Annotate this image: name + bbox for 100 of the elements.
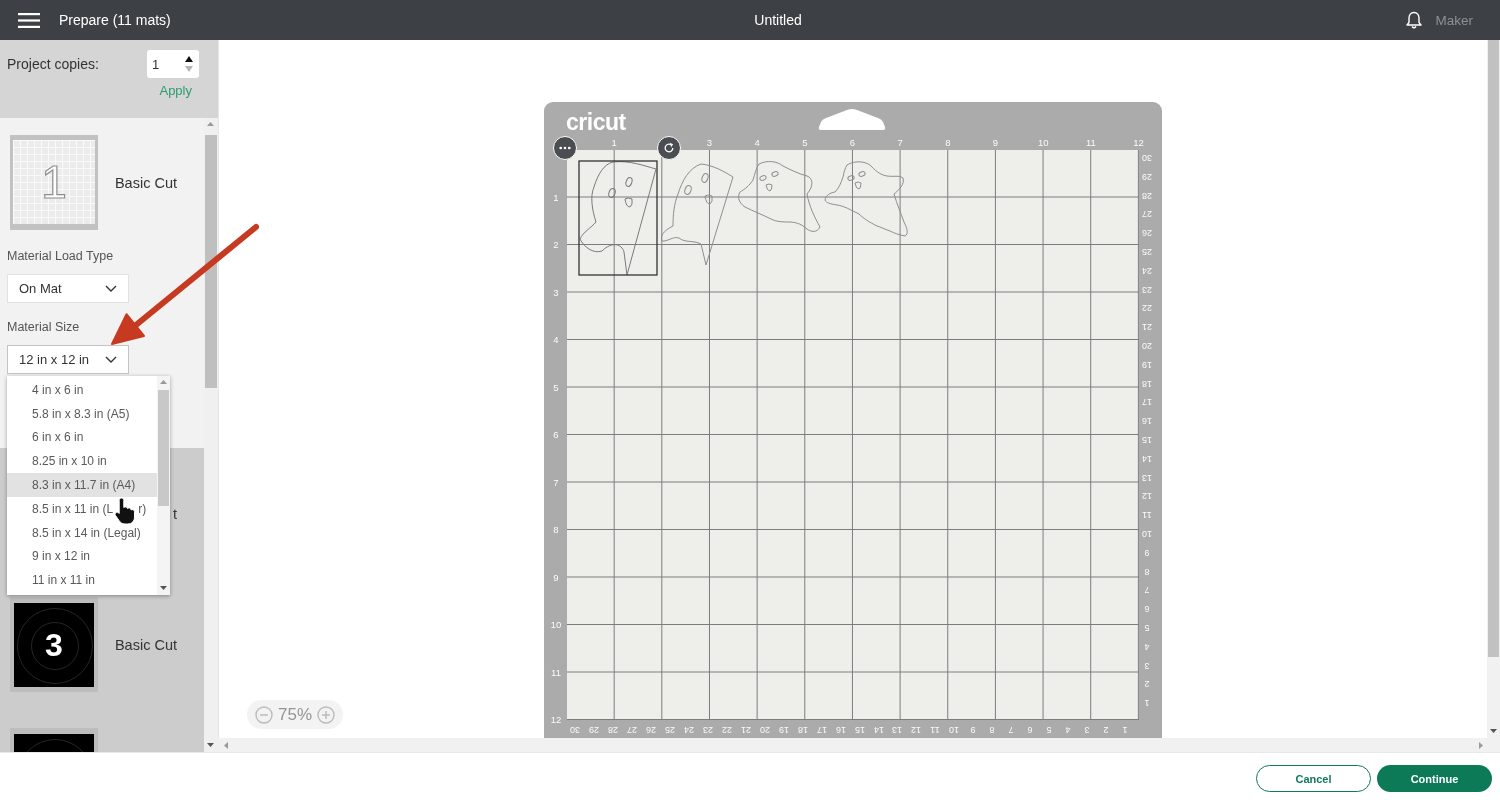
ruler-number: 9: [969, 724, 977, 736]
up-arrow-icon[interactable]: [207, 122, 214, 126]
ruler-number: 21: [1141, 321, 1153, 334]
ruler-number: 6: [1026, 724, 1034, 736]
ruler-number: 11: [1141, 509, 1153, 522]
ruler-number: 17: [1141, 396, 1153, 409]
ruler-number: 7: [552, 476, 560, 489]
mat-number: 3: [45, 629, 63, 661]
continue-button[interactable]: Continue: [1377, 765, 1492, 792]
size-option[interactable]: 6 in x 6 in: [7, 425, 157, 450]
ruler-number: 30: [569, 724, 581, 736]
ruler-number: 10: [549, 619, 563, 631]
ruler-number: 6: [1143, 603, 1151, 616]
ruler-number: 21: [739, 724, 752, 736]
ruler-number: 4: [552, 334, 560, 346]
size-option[interactable]: 9 in x 12 in: [7, 544, 157, 569]
ellipsis-icon: [559, 146, 571, 150]
up-triangle-icon[interactable]: [185, 56, 193, 62]
copies-label: Project copies:: [7, 56, 99, 72]
ruler-number: 8: [988, 724, 996, 736]
setting-select[interactable]: 12 in x 12 in: [7, 345, 129, 374]
size-option[interactable]: 8.3 in x 11.7 in (A4): [7, 473, 157, 497]
ruler-number: 19: [1141, 358, 1153, 371]
ruler-number: 7: [896, 137, 904, 149]
size-option[interactable]: 8.25 in x 10 in: [7, 449, 157, 474]
ruler-number: 22: [1141, 302, 1153, 315]
mat-name: t: [172, 505, 177, 522]
chevron-down-icon: [105, 285, 117, 292]
ruler-number: 15: [853, 724, 866, 736]
ruler-number: 15: [1141, 434, 1153, 446]
copies-input[interactable]: 1: [147, 50, 199, 78]
ruler-number: 1: [610, 137, 618, 149]
down-arrow-icon[interactable]: [1490, 729, 1497, 733]
scrollbar-thumb[interactable]: [1488, 40, 1499, 657]
ruler-number: 4: [1064, 724, 1072, 736]
bell-icon[interactable]: [1406, 11, 1423, 29]
ruler-number: 13: [1141, 471, 1153, 484]
ruler-number: 4: [753, 137, 761, 149]
ruler-number: 10: [1036, 137, 1050, 149]
ruler-number: 2: [1143, 678, 1151, 691]
ruler-number: 17: [815, 724, 828, 736]
rotate-button[interactable]: [657, 136, 681, 160]
size-option[interactable]: 8.5 in x 11 in (L r): [7, 497, 157, 521]
ghost-shape[interactable]: [737, 161, 820, 232]
page-title: Prepare (11 mats): [59, 12, 171, 28]
scrollbar[interactable]: [218, 738, 1500, 752]
scrollbar-thumb[interactable]: [158, 390, 169, 506]
ruler-number: 27: [625, 724, 638, 736]
ghost-shape[interactable]: [660, 163, 733, 266]
ruler-number: 7: [1007, 724, 1015, 736]
more-options-button[interactable]: [553, 136, 577, 160]
ruler-number: 27: [1141, 208, 1153, 221]
ruler-number: 23: [1141, 283, 1153, 296]
ruler-number: 12: [549, 714, 563, 726]
down-arrow-icon[interactable]: [207, 743, 214, 747]
size-option[interactable]: 11 in x 11 in: [7, 568, 157, 593]
ruler-number: 8: [552, 524, 560, 536]
ruler-number: 4: [1143, 640, 1151, 653]
size-option[interactable]: 4 in x 6 in: [7, 378, 157, 402]
ruler-number: 10: [1141, 528, 1153, 540]
ruler-number: 25: [663, 724, 676, 736]
cancel-button[interactable]: Cancel: [1256, 765, 1371, 792]
scrollbar[interactable]: [204, 118, 218, 752]
ruler-number: 29: [1141, 170, 1153, 183]
ruler-number: 11: [550, 666, 562, 679]
down-arrow-icon[interactable]: [160, 586, 167, 590]
ruler-number: 30: [1141, 152, 1153, 164]
ruler-number: 9: [1143, 546, 1151, 559]
ruler-number: 20: [1141, 340, 1153, 352]
ruler-number: 11: [1084, 137, 1097, 149]
scrollbar[interactable]: [1487, 40, 1500, 738]
size-option[interactable]: 8.5 in x 14 in (Legal): [7, 520, 157, 545]
scrollbar-thumb[interactable]: [205, 135, 217, 388]
ruler-number: 16: [1141, 415, 1153, 428]
ruler-number: 5: [1143, 622, 1151, 634]
left-arrow-icon[interactable]: [224, 741, 228, 749]
ruler-number: 7: [1143, 584, 1151, 597]
ruler-number: 19: [777, 724, 790, 736]
up-arrow-icon[interactable]: [160, 380, 167, 384]
minus-circle-icon[interactable]: [255, 705, 273, 724]
plus-circle-icon[interactable]: [317, 705, 335, 724]
scrollbar[interactable]: [157, 376, 170, 595]
ruler-number: 2: [552, 239, 560, 251]
ruler-number: 10: [948, 724, 961, 736]
ruler-number: 14: [872, 724, 885, 736]
ruler-number: 1: [1121, 724, 1129, 736]
menu-icon[interactable]: [18, 12, 40, 28]
ruler-number: 28: [606, 724, 619, 736]
right-arrow-icon[interactable]: [1479, 741, 1483, 749]
setting-select[interactable]: On Mat: [7, 274, 129, 303]
ruler-number: 20: [758, 724, 771, 736]
ghost-shape[interactable]: [824, 161, 908, 237]
size-option[interactable]: 5.8 in x 8.3 in (A5): [7, 401, 157, 426]
ruler-number: 24: [682, 724, 695, 736]
ruler-number: 23: [701, 724, 714, 736]
ruler-number: 2: [1102, 724, 1110, 736]
ruler-number: 5: [801, 137, 809, 149]
ruler-number: 18: [796, 724, 809, 736]
chevron-down-icon: [105, 356, 117, 363]
setting-label: Material Load Type: [7, 249, 114, 264]
